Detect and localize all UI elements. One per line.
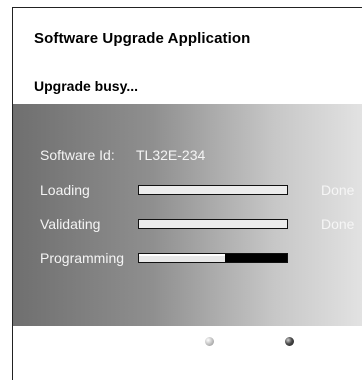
programming-label: Programming bbox=[40, 250, 125, 266]
programming-progress-fill bbox=[139, 254, 225, 262]
page-title: Software Upgrade Application bbox=[34, 30, 251, 47]
loading-status: Done bbox=[321, 182, 355, 198]
upgrade-progress-panel: Software Id: TL32E-234 Loading Done Vali… bbox=[13, 104, 362, 326]
indicator-dot-dark bbox=[285, 337, 294, 346]
loading-label: Loading bbox=[40, 182, 90, 198]
upgrade-window: Software Upgrade Application Upgrade bus… bbox=[12, 7, 362, 380]
validating-label: Validating bbox=[40, 216, 101, 232]
validating-status: Done bbox=[321, 216, 355, 232]
indicator-dot-light bbox=[205, 337, 214, 346]
validating-progress-bar bbox=[138, 219, 288, 229]
status-subtitle: Upgrade busy... bbox=[34, 78, 138, 94]
software-id-label: Software Id: bbox=[40, 147, 115, 163]
loading-progress-fill bbox=[139, 186, 287, 194]
validating-progress-fill bbox=[139, 220, 287, 228]
loading-progress-bar bbox=[138, 185, 288, 195]
software-id-value: TL32E-234 bbox=[136, 147, 206, 163]
programming-progress-bar bbox=[138, 253, 288, 263]
